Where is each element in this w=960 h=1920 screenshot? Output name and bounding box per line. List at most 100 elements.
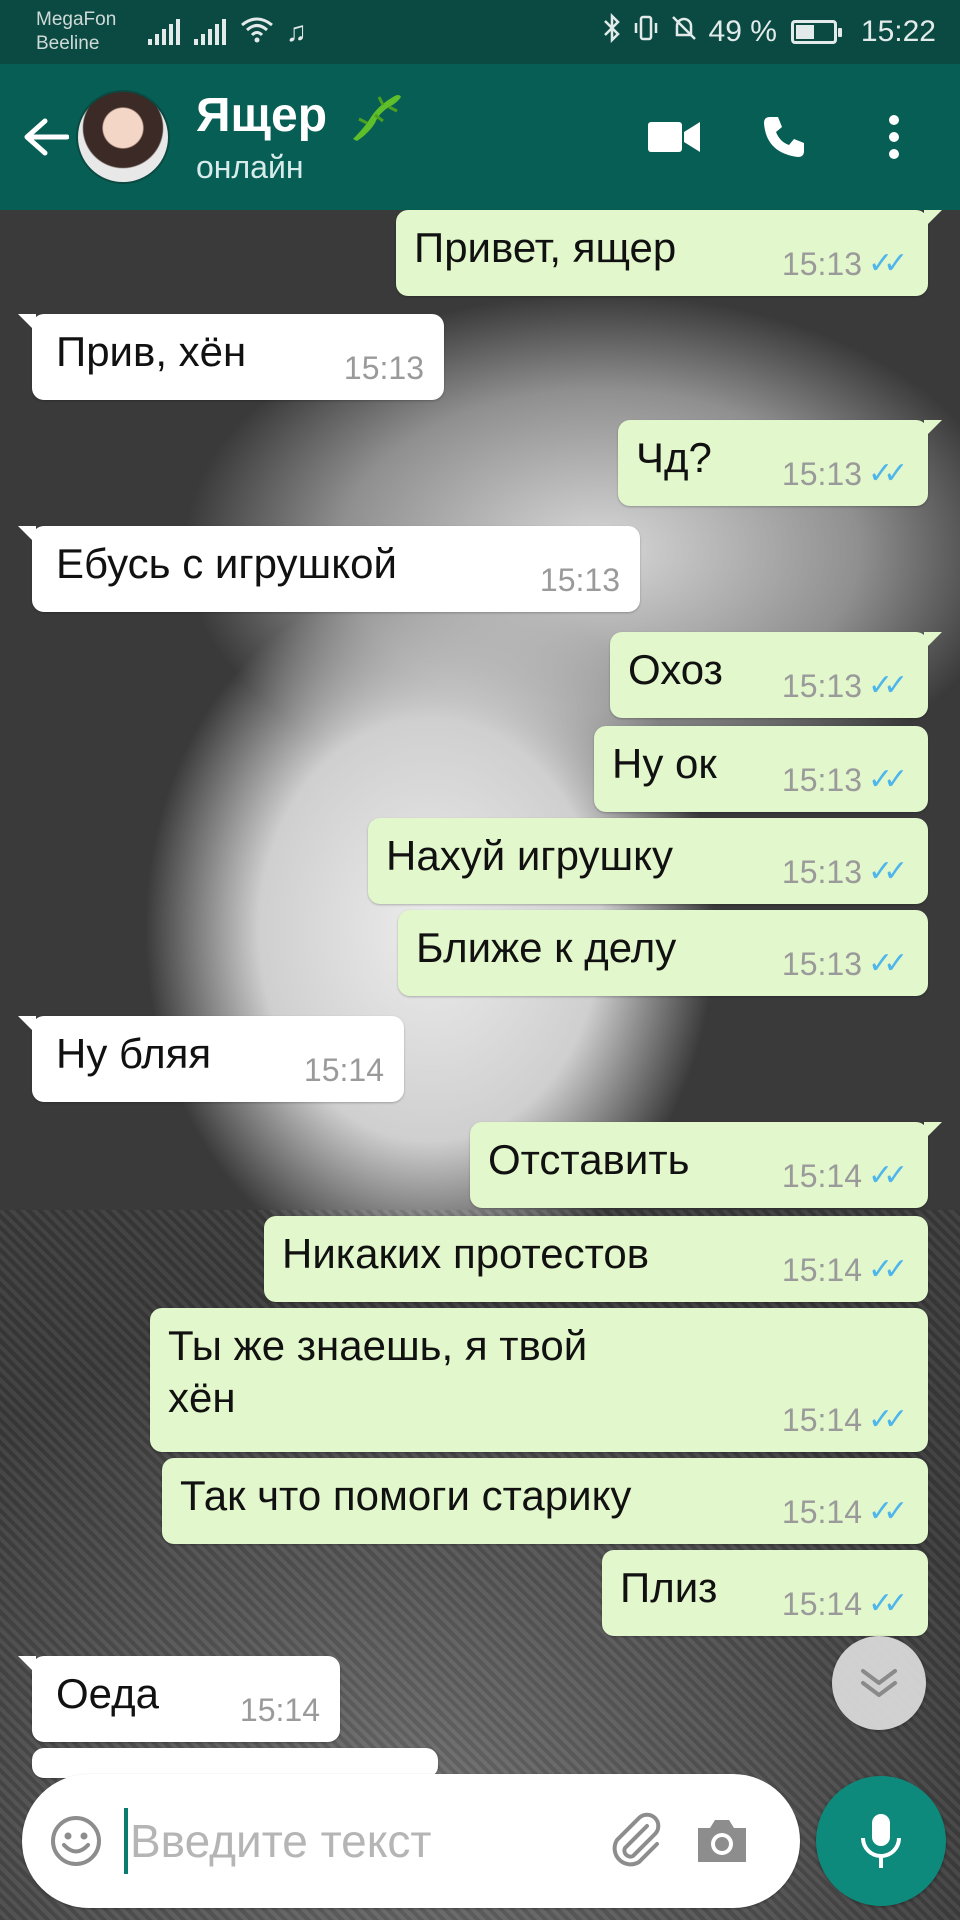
message-meta: 15:14 ✓✓ [782,1244,908,1296]
message-bubble[interactable]: Привет, ящер 15:13 ✓✓ [396,210,942,296]
message-text: Оеда [56,1670,159,1717]
microphone-icon [861,1814,901,1868]
message-text: Плиз [620,1564,718,1611]
message-bubble[interactable]: Так что помоги старику 15:14 ✓✓ [162,1458,928,1544]
more-vert-icon [889,115,899,159]
message-time: 15:14 [781,1402,862,1438]
message-bubble[interactable]: Плиз 15:14 ✓✓ [602,1550,928,1636]
chat-header: Ящер онлайн [0,64,960,210]
phone-icon [764,117,804,157]
battery-text: 49 % [708,15,777,48]
message-meta: 15:14 ✓✓ [782,1578,908,1630]
message-time: 15:13 [781,668,862,704]
message-bubble[interactable]: Ну ок 15:13 ✓✓ [594,726,928,812]
message-bubble[interactable]: Ты же знаешь, я твой хён 15:14 ✓✓ [150,1308,928,1452]
message-time: 15:13 [781,854,862,890]
emoji-icon [51,1816,101,1866]
read-ticks-icon: ✓✓ [868,947,908,980]
message-time: 15:13 [781,946,862,982]
message-time: 15:13 [781,246,862,282]
camera-button[interactable] [692,1811,752,1871]
contact-name-row: Ящер [196,87,405,145]
message-text: Ебусь с игрушкой [56,540,397,587]
contact-name: Ящер [196,89,328,142]
message-meta: 15:13 ✓✓ [782,660,908,712]
message-bubble[interactable]: Никаких протестов 15:14 ✓✓ [264,1216,928,1302]
message-meta: 15:13 ✓✓ [782,938,908,990]
message-bubble[interactable]: Оеда 15:14 [18,1656,340,1742]
message-bubble[interactable]: Нахуй игрушку 15:13 ✓✓ [368,818,928,904]
voice-record-button[interactable] [816,1776,946,1906]
message-text: Ты же знаешь, я твой хён [168,1322,588,1421]
message-text: Чд? [636,434,712,481]
chevron-double-down-icon [861,1669,897,1697]
carrier-1: MegaFon [36,9,117,30]
message-meta: 15:13 ✓✓ [782,448,908,500]
message-bubble[interactable]: Ближе к делу 15:13 ✓✓ [398,910,928,996]
vibrate-icon [633,13,659,51]
avatar[interactable] [76,90,170,184]
paperclip-icon [612,1812,661,1867]
read-ticks-icon: ✓✓ [868,1159,908,1192]
message-composer [22,1774,800,1908]
message-text: Привет, ящер [414,224,677,271]
message-time: 15:14 [303,1052,384,1088]
message-text: Ближе к делу [416,924,677,971]
message-list[interactable]: Привет, ящер 15:13 ✓✓ Прив, хён 15:13 Чд?… [0,210,960,1778]
message-text: Ну бляя [56,1030,212,1077]
read-ticks-icon: ✓✓ [868,1587,908,1620]
attach-button[interactable] [606,1811,666,1871]
video-call-button[interactable] [648,111,700,163]
contact-status: онлайн [196,149,304,185]
message-text: Охоз [628,646,723,693]
message-time: 15:13 [781,456,862,492]
camera-icon [698,1820,746,1862]
read-ticks-icon: ✓✓ [868,1495,908,1528]
video-call-icon [648,122,700,152]
carrier-labels: MegaFon Beeline [36,8,148,56]
music-note-icon: ♫ [286,16,307,47]
scroll-to-bottom-button[interactable] [832,1636,926,1730]
voice-call-button[interactable] [758,111,810,163]
clock: 15:22 [860,15,936,48]
message-time: 15:13 [539,562,620,598]
back-button[interactable] [16,107,76,167]
message-bubble[interactable]: Ебусь с игрушкой 15:13 [18,526,640,612]
message-meta: 15:14 ✓✓ [782,1486,908,1538]
contact-info[interactable]: Ящер онлайн [196,87,405,187]
header-actions [648,111,920,163]
arrow-left-icon [24,118,69,156]
message-bubble[interactable]: Охоз 15:13 ✓✓ [610,632,942,718]
lizard-icon [353,95,402,141]
message-meta: 15:13 [540,554,620,606]
message-input[interactable] [124,1808,594,1874]
message-time: 15:13 [781,762,862,798]
message-text: Ну ок [612,740,717,787]
message-meta: 15:13 ✓✓ [782,754,908,806]
status-bar: MegaFon Beeline ♫ 49 % 15:22 [0,0,960,64]
message-time: 15:14 [781,1586,862,1622]
carrier-2: Beeline [36,33,100,54]
emoji-button[interactable] [46,1811,106,1871]
read-ticks-icon: ✓✓ [868,763,908,796]
signal-1-icon [148,19,180,45]
battery-fill [795,25,814,39]
message-meta: 15:13 [344,342,424,394]
battery-icon [790,20,842,44]
message-bubble[interactable]: Ну бляя 15:14 [18,1016,404,1102]
menu-button[interactable] [868,111,920,163]
message-time: 15:14 [781,1252,862,1288]
read-ticks-icon: ✓✓ [868,669,908,702]
message-meta: 15:14 ✓✓ [782,1394,908,1446]
message-time: 15:14 [239,1692,320,1728]
message-text: Отставить [488,1136,690,1183]
bell-muted-icon [669,13,699,51]
message-meta: 15:14 [240,1684,320,1736]
read-ticks-icon: ✓✓ [868,457,908,490]
read-ticks-icon: ✓✓ [868,1403,908,1436]
message-bubble[interactable]: Прив, хён 15:13 [18,314,444,400]
message-bubble[interactable]: Чд? 15:13 ✓✓ [618,420,942,506]
message-text: Прив, хён [56,328,247,375]
message-bubble[interactable]: Отставить 15:14 ✓✓ [470,1122,942,1208]
message-meta: 15:14 [304,1044,384,1096]
